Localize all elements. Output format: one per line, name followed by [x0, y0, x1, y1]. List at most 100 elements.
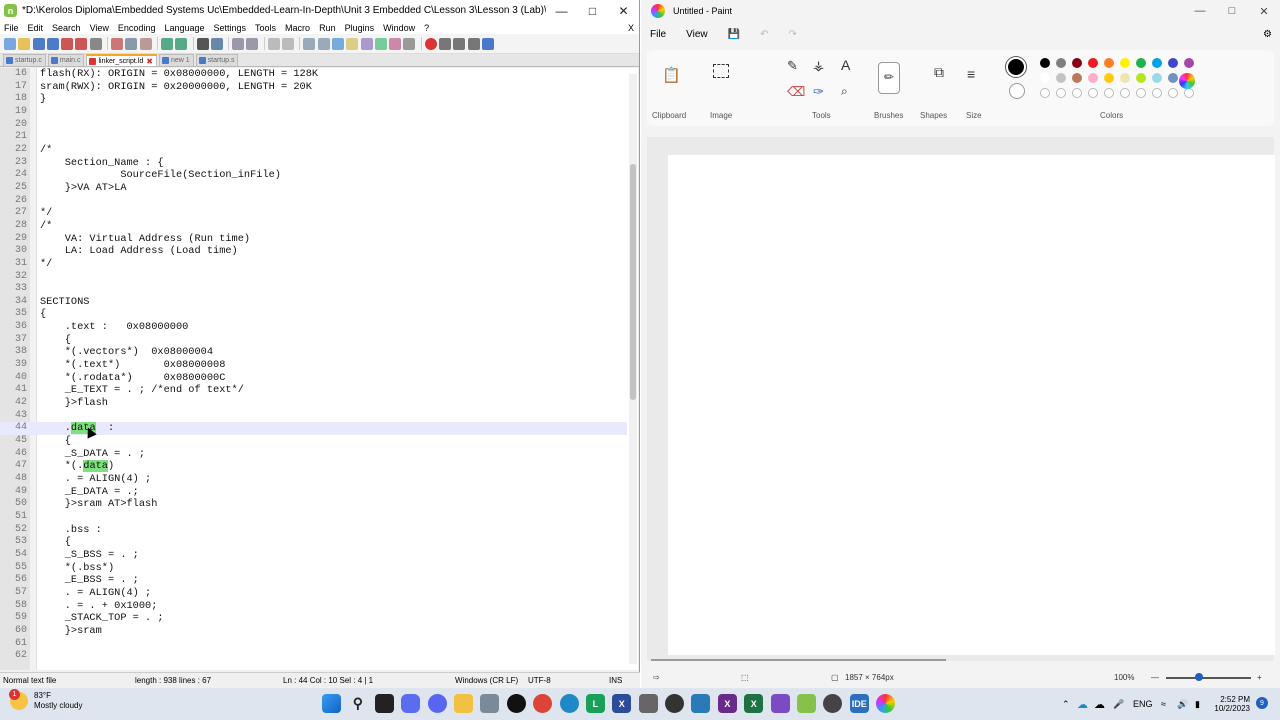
custom-color-slot[interactable]	[1184, 88, 1194, 98]
color-swatch[interactable]	[1152, 73, 1162, 83]
close-button[interactable]: ✕	[608, 0, 639, 21]
scrollbar-thumb[interactable]	[630, 164, 636, 400]
show-all-chars-icon[interactable]	[317, 37, 330, 50]
maximize-button[interactable]: □	[577, 0, 608, 21]
notepadpp-taskbar-icon[interactable]	[797, 694, 817, 713]
color-swatch[interactable]	[1152, 58, 1162, 68]
discord-icon[interactable]	[427, 694, 447, 713]
sync-horizontal-icon[interactable]	[282, 37, 295, 50]
custom-color-slot[interactable]	[1152, 88, 1162, 98]
minimize-button[interactable]: —	[1184, 0, 1216, 22]
zoom-in-icon[interactable]: +	[1257, 673, 1262, 682]
code-line[interactable]: 18}	[0, 93, 627, 106]
app-icon[interactable]: X	[717, 694, 737, 713]
find-icon[interactable]	[196, 37, 209, 50]
code-line[interactable]: 19	[0, 106, 627, 119]
code-line[interactable]: 23 Section_Name : {	[0, 157, 627, 170]
cut-icon[interactable]	[111, 37, 124, 50]
code-line[interactable]: 21	[0, 131, 627, 144]
close-document-button[interactable]: X	[628, 23, 634, 33]
snipping-tool-icon[interactable]	[638, 694, 658, 713]
tab-startup-s[interactable]: startup.s	[195, 54, 239, 66]
notification-count[interactable]: 9	[1256, 697, 1268, 709]
color-swatch[interactable]	[1056, 73, 1066, 83]
save-icon[interactable]: 💾	[728, 29, 740, 40]
sync-vertical-icon[interactable]	[267, 37, 280, 50]
redo-icon[interactable]	[175, 37, 188, 50]
maximize-button[interactable]: □	[1216, 0, 1248, 22]
zoom-out-icon[interactable]: —	[1151, 673, 1159, 682]
app-icon[interactable]: X	[612, 694, 632, 713]
play-macro-icon[interactable]	[453, 37, 466, 50]
color-swatch[interactable]	[1168, 73, 1178, 83]
zoom-in-icon[interactable]	[232, 37, 245, 50]
undo-icon[interactable]	[160, 37, 173, 50]
custom-color-slot[interactable]	[1136, 88, 1146, 98]
record-macro-icon[interactable]	[424, 37, 437, 50]
code-line[interactable]: 57 . = ALIGN(4) ;	[0, 587, 627, 600]
cloud-icon[interactable]: ☁	[1094, 688, 1105, 720]
code-line[interactable]: 54 _S_BSS = . ;	[0, 549, 627, 562]
tab-main-c[interactable]: main.c	[47, 54, 85, 66]
code-line[interactable]: 60 }>sram	[0, 625, 627, 638]
search-icon[interactable]: ⚲	[348, 694, 367, 713]
battery-icon[interactable]: ▮	[1195, 688, 1200, 720]
select-icon[interactable]	[713, 64, 729, 78]
wifi-icon[interactable]: ≈	[1161, 688, 1166, 720]
paint-taskbar-icon[interactable]	[876, 694, 896, 713]
brush-icon[interactable]: ✏	[878, 62, 900, 94]
custom-color-slot[interactable]	[1056, 88, 1066, 98]
zoom-slider-thumb[interactable]	[1195, 673, 1203, 681]
color-swatch[interactable]	[1104, 73, 1114, 83]
line-size-icon[interactable]: ≡	[967, 66, 975, 82]
code-line[interactable]: 32	[0, 271, 627, 284]
weather-widget[interactable]: 1 83°F Mostly cloudy	[9, 689, 82, 711]
excel-icon[interactable]: X	[744, 694, 764, 713]
file-explorer-icon[interactable]	[453, 694, 473, 713]
color-swatch[interactable]	[1136, 73, 1146, 83]
save-macro-icon[interactable]	[481, 37, 494, 50]
start-icon[interactable]	[322, 694, 341, 713]
print-icon[interactable]	[89, 37, 102, 50]
menu-encoding[interactable]: Encoding	[118, 23, 156, 33]
copy-icon[interactable]	[125, 37, 138, 50]
menu-view[interactable]: View	[90, 23, 109, 33]
color-picker-icon[interactable]: ✑	[813, 84, 824, 100]
primary-color-swatch[interactable]	[1006, 57, 1026, 77]
onedrive-icon[interactable]: ☁	[1077, 688, 1088, 720]
close-all-icon[interactable]	[75, 37, 88, 50]
code-line[interactable]: 41 _E_TEXT = . ; /*end of text*/	[0, 384, 627, 397]
indent-guide-icon[interactable]	[331, 37, 344, 50]
color-swatch[interactable]	[1056, 58, 1066, 68]
code-line[interactable]: 49 _E_DATA = .;	[0, 486, 627, 499]
code-line[interactable]: 34 SECTIONS	[0, 296, 627, 309]
code-line[interactable]: 45 {	[0, 435, 627, 448]
horizontal-scrollbar[interactable]	[651, 659, 946, 661]
undo-icon[interactable]: ↶	[760, 29, 768, 40]
eraser-icon[interactable]: ⌫	[787, 84, 805, 100]
close-button[interactable]: ✕	[1248, 0, 1280, 22]
zoom-slider[interactable]	[1166, 677, 1251, 679]
save-all-icon[interactable]	[46, 37, 59, 50]
tab-new-1[interactable]: new 1	[158, 54, 194, 66]
close-tab-icon[interactable]: ✖	[146, 57, 153, 66]
close-file-icon[interactable]	[61, 37, 74, 50]
code-line[interactable]: 47 *(.data)	[0, 460, 627, 473]
menu-run[interactable]: Run	[319, 23, 336, 33]
volume-icon[interactable]: 🔊	[1177, 688, 1188, 720]
code-line[interactable]: 26	[0, 195, 627, 208]
color-swatch[interactable]	[1088, 73, 1098, 83]
code-line[interactable]: 22 /*	[0, 144, 627, 157]
pencil-icon[interactable]: ✎	[787, 58, 798, 74]
code-line[interactable]: 20	[0, 119, 627, 132]
minimize-button[interactable]: —	[546, 0, 577, 21]
custom-color-slot[interactable]	[1104, 88, 1114, 98]
paste-icon[interactable]	[139, 37, 152, 50]
color-swatch[interactable]	[1040, 58, 1050, 68]
magnifier-icon[interactable]: ⌕	[841, 84, 848, 99]
show-hidden-icons[interactable]: ⌃	[1062, 688, 1070, 720]
code-line[interactable]: 31 */	[0, 258, 627, 271]
replace-icon[interactable]	[210, 37, 223, 50]
code-line[interactable]: 51	[0, 511, 627, 524]
menu-settings[interactable]: Settings	[214, 23, 247, 33]
